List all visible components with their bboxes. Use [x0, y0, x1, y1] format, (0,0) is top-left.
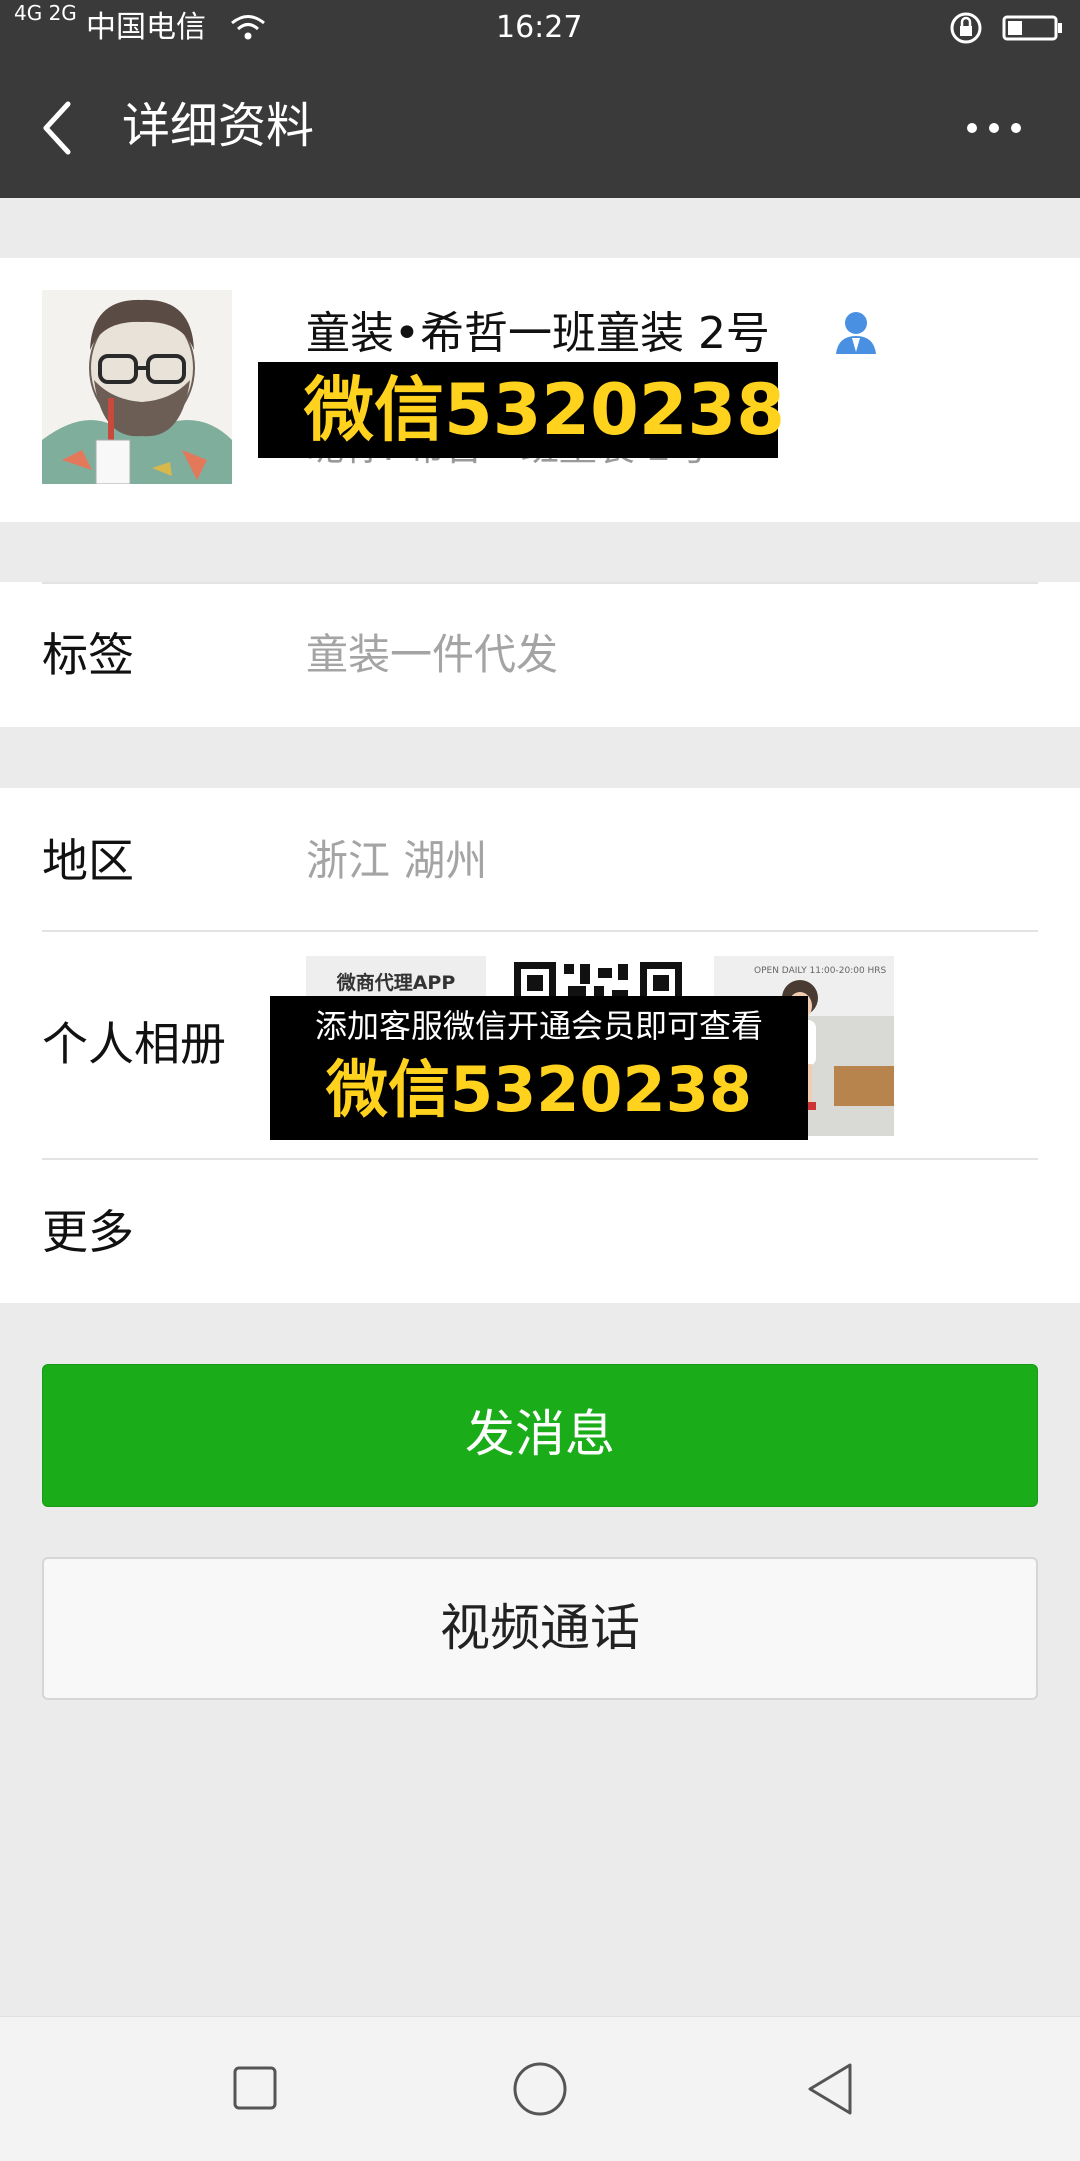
lock-rotation-icon — [950, 12, 982, 44]
system-nav-bar — [0, 2016, 1080, 2161]
watermark-text: 微信5320238 — [304, 369, 785, 451]
photo-sign-text: OPEN DAILY 11:00-20:00 HRS — [754, 966, 887, 976]
network-type: 4G 2G — [14, 1, 77, 25]
album-row[interactable]: 个人相册 微商代理APP OPEN DAILY 11:00-20:00 HRS — [0, 932, 1080, 1158]
album-label: 个人相册 — [42, 1017, 226, 1071]
send-message-label: 发消息 — [465, 1405, 615, 1463]
send-message-button[interactable]: 发消息 — [42, 1364, 1038, 1507]
more-label: 更多 — [42, 1205, 134, 1259]
battery-icon — [1002, 15, 1062, 41]
tags-value: 童装一件代发 — [306, 630, 559, 679]
watermark-caption: 添加客服微信开通会员即可查看 — [314, 1007, 763, 1045]
region-label: 地区 — [42, 834, 134, 888]
watermark-banner: 微信5320238 — [258, 362, 785, 458]
wifi-icon — [231, 15, 265, 40]
video-call-label: 视频通话 — [440, 1599, 640, 1657]
more-icon[interactable] — [966, 118, 1022, 138]
info-section: 地区 浙江 湖州 个人相册 微商代理APP OPEN DAILY 11:00-2… — [0, 788, 1080, 1303]
status-time: 16:27 — [496, 10, 583, 45]
top-bar: 4G 2G 中国电信 16:27 详细资料 — [0, 0, 1080, 198]
watermark-text: 微信5320238 — [326, 1053, 752, 1126]
back-arrow-icon[interactable] — [38, 98, 74, 158]
region-row: 地区 浙江 湖州 — [0, 788, 1080, 930]
contact-person-icon — [836, 312, 876, 354]
more-row[interactable]: 更多 — [0, 1160, 1080, 1303]
divider — [42, 582, 1038, 584]
region-value: 浙江 湖州 — [306, 836, 488, 885]
page-title: 详细资料 — [122, 98, 315, 154]
avatar[interactable] — [42, 290, 232, 484]
tags-label: 标签 — [42, 628, 134, 682]
tags-row[interactable]: 标签 童装一件代发 — [0, 582, 1080, 727]
contact-name: 童装•希哲一班童装 2号 — [306, 308, 770, 359]
video-call-button[interactable]: 视频通话 — [42, 1557, 1038, 1700]
carrier-name: 中国电信 — [86, 10, 206, 45]
circle-nav-icon[interactable] — [512, 2061, 568, 2117]
album-watermark-banner: 添加客服微信开通会员即可查看 微信5320238 — [270, 996, 808, 1140]
album-thumb-text: 微商代理APP — [336, 972, 456, 994]
profile-card[interactable]: 童装•希哲一班童装 2号 昵称: 希哲一班童装 2号 微信5320238 — [0, 258, 1080, 522]
square-nav-icon[interactable] — [232, 2065, 278, 2111]
triangle-back-nav-icon[interactable] — [804, 2061, 854, 2117]
network-indicator: 4G 2G — [14, 2, 77, 24]
